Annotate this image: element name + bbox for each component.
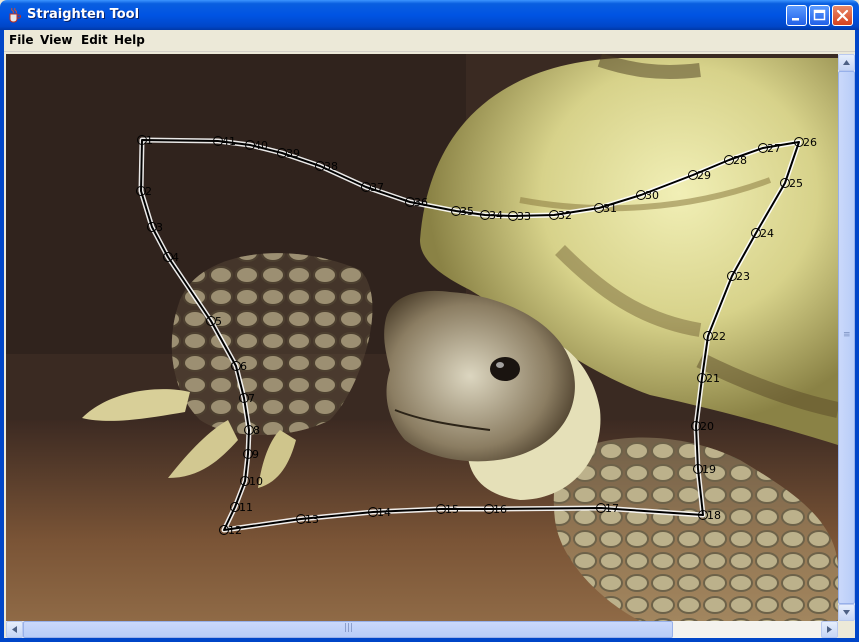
control-point-label: 27	[767, 142, 781, 155]
scrollbar-corner	[838, 621, 855, 638]
control-point-label: 12	[228, 524, 242, 537]
horizontal-scroll-thumb[interactable]: |||	[23, 621, 673, 638]
grip-icon: |||	[344, 623, 354, 633]
arrow-up-icon	[843, 60, 850, 65]
control-point-label: 4	[172, 251, 179, 264]
arrow-down-icon	[843, 610, 850, 615]
control-point-label: 38	[324, 160, 338, 173]
vertical-scroll-thumb[interactable]: ≡	[838, 71, 855, 604]
control-point-label: 11	[239, 501, 253, 514]
control-point-label: 5	[215, 315, 222, 328]
control-point-label: 20	[700, 420, 714, 433]
control-point-label: 3	[156, 221, 163, 234]
control-point-label: 21	[706, 372, 720, 385]
control-point-label: 39	[286, 147, 300, 160]
control-point-label: 35	[460, 205, 474, 218]
image-canvas-svg[interactable]: 1234567891011121314 15 16 17181920212223242…	[6, 54, 838, 621]
window-frame-right	[855, 30, 859, 642]
scroll-up-button[interactable]	[838, 54, 855, 71]
control-point-label: 7	[248, 392, 255, 405]
scroll-right-button[interactable]	[821, 621, 838, 638]
maximize-button[interactable]	[809, 5, 830, 26]
menu-file[interactable]: File	[9, 33, 34, 47]
control-point-label: 33	[517, 210, 531, 223]
window-frame-left	[0, 30, 4, 642]
control-point-label: 23	[736, 270, 750, 283]
minimize-icon	[792, 18, 799, 21]
image-canvas[interactable]: 1 2 3 4 5 6 7 8 9 10 11 12 13 14 15 16 17 18 19 20 21 22 23 24 2…	[6, 54, 838, 621]
control-point-label: 24	[760, 227, 774, 240]
java-cup-icon	[9, 7, 21, 23]
control-point-label: 37	[370, 181, 384, 194]
control-point-label: 16	[493, 503, 507, 516]
scroll-left-button[interactable]	[6, 621, 23, 638]
control-point-label: 13	[305, 513, 319, 526]
menu-edit[interactable]: Edit	[81, 33, 108, 47]
control-point-label: 26	[803, 136, 817, 149]
control-point-label: 31	[603, 202, 617, 215]
window-title: Straighten Tool	[27, 7, 140, 22]
control-point-label: 9	[252, 448, 259, 461]
control-point-label: 15	[445, 503, 459, 516]
control-point-label: 6	[240, 360, 247, 373]
menu-help[interactable]: Help	[114, 33, 145, 47]
control-point-label: 29	[697, 169, 711, 182]
control-point-label: 30	[645, 189, 659, 202]
control-point-label: 17	[605, 502, 619, 515]
vertical-scrollbar[interactable]: ≡	[838, 54, 855, 621]
arrow-right-icon	[827, 626, 832, 633]
menu-bar: File View Edit Help	[0, 30, 859, 52]
control-point-label: 1	[146, 134, 153, 147]
control-point-label: 2	[145, 185, 152, 198]
control-point-label: 34	[489, 209, 503, 222]
control-point-label: 18	[707, 509, 721, 522]
control-point-label: 36	[414, 196, 428, 209]
control-point-label: 19	[702, 463, 716, 476]
scroll-down-button[interactable]	[838, 604, 855, 621]
control-point-label: 32	[558, 209, 572, 222]
close-button[interactable]	[832, 5, 853, 26]
arrow-left-icon	[12, 626, 17, 633]
control-point-label: 40	[254, 139, 268, 152]
grip-icon: ≡	[843, 330, 851, 340]
control-point-label: 10	[249, 475, 263, 488]
menu-view[interactable]: View	[40, 33, 72, 47]
control-point-label: 41	[222, 135, 236, 148]
control-point-label: 25	[789, 177, 803, 190]
horizontal-scrollbar[interactable]: |||	[6, 621, 838, 638]
control-point-label: 28	[733, 154, 747, 167]
control-point-label: 14	[377, 506, 391, 519]
title-bar[interactable]: Straighten Tool	[0, 0, 859, 30]
close-icon	[836, 9, 849, 22]
maximize-icon	[813, 9, 826, 21]
minimize-button[interactable]	[786, 5, 807, 26]
control-point-label: 8	[253, 424, 260, 437]
control-point-label: 22	[712, 330, 726, 343]
window-frame-bottom	[0, 638, 859, 642]
